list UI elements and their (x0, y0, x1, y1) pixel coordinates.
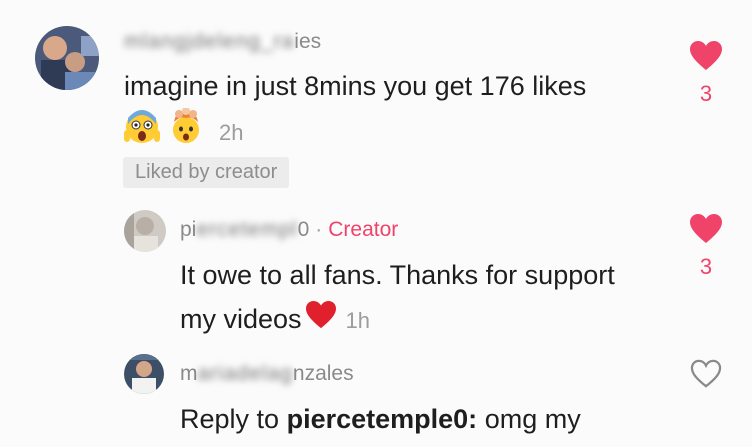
comment-meta-row: 2h (124, 107, 244, 152)
avatar[interactable] (35, 26, 99, 90)
heart-filled-icon (689, 41, 723, 76)
username-visible: m (180, 362, 198, 385)
reply-target-link[interactable]: piercetemple0: (287, 404, 478, 434)
username-visible: ies (294, 30, 322, 53)
heart-filled-icon (689, 214, 723, 249)
exploding-head-icon (168, 107, 204, 157)
separator-dot: · (315, 218, 323, 241)
avatar[interactable] (124, 210, 166, 252)
comment-text: Reply to piercetemple0: omg my (180, 397, 581, 441)
creator-label: Creator (328, 218, 399, 241)
comment-time: 2h (219, 119, 244, 145)
comment-text-line-2-row: my videos 1h (180, 297, 370, 343)
comment-text-line-1: It owe to all fans. Thanks for support (180, 260, 615, 290)
like-count: 3 (699, 254, 713, 279)
comment-text-line-2: my videos (180, 304, 302, 334)
username-blurred: ariadelag (197, 362, 293, 385)
like-count: 3 (699, 81, 713, 106)
reply-text: omg my (484, 404, 581, 434)
username-blurred: ercetempl (196, 218, 298, 241)
username-tail: 0 (297, 218, 310, 241)
like-button[interactable]: 3 (684, 213, 728, 280)
comment-time: 1h (345, 308, 371, 333)
comment-text: imagine in just 8mins you get 176 likes (124, 71, 587, 101)
username-tail: nzales (292, 362, 354, 385)
username-visible: pi (180, 218, 197, 241)
red-heart-icon (304, 299, 338, 343)
comment-username[interactable]: mlangjdeleng_raies (124, 30, 321, 54)
comment-username[interactable]: piercetempl0 · Creator (180, 218, 398, 242)
liked-by-creator-badge: Liked by creator (123, 157, 290, 188)
heart-outline-icon (690, 359, 722, 393)
like-button[interactable]: 3 (684, 40, 728, 107)
reply-prefix: Reply to (180, 404, 280, 434)
screaming-face-icon (124, 108, 160, 157)
comment-username[interactable]: mariadelagnzales (180, 362, 354, 386)
like-button[interactable] (684, 359, 728, 394)
avatar[interactable] (124, 354, 164, 394)
username-blurred: mlangjdeleng_ra (124, 30, 295, 53)
